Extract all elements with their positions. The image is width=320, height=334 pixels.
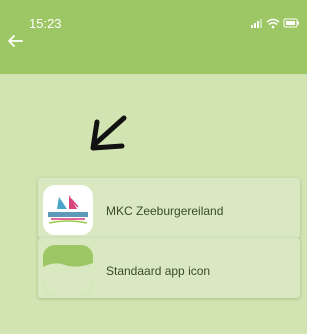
option-label: Standaard app icon [106,264,211,278]
battery-icon [283,18,299,28]
pointer-arrow-icon [90,115,127,151]
status-time: 15:23 [29,16,62,31]
option-mkc-zeeburgereiland[interactable]: MKC Zeeburgereiland [38,178,300,238]
option-standard-app-icon[interactable]: Standaard app icon [38,238,300,298]
app-icon-picker-screen: 15:23 MKC Zeeburgereiland Standaard app … [0,0,307,334]
mkc-logo-icon [43,185,93,235]
status-icons [251,18,299,29]
signal-icon [251,19,262,28]
arrow-left-icon[interactable] [4,30,26,52]
wifi-icon [266,18,280,29]
option-label: MKC Zeeburgereiland [106,204,224,218]
standard-app-icon [43,245,93,295]
app-bar: 15:23 [0,0,307,74]
